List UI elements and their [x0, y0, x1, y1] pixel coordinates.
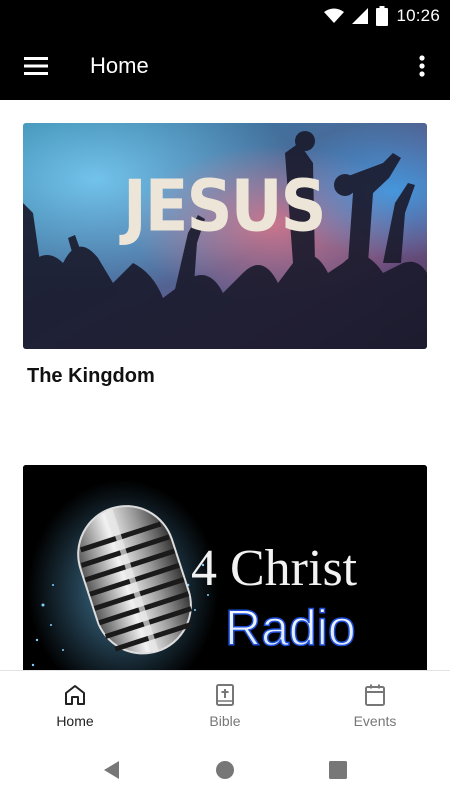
- screen: 10:26 Home JESUS The Kingdom 4 Christ Ra…: [0, 0, 450, 800]
- calendar-icon: [365, 684, 385, 706]
- radio-brand-text: 4 Christ: [191, 540, 358, 597]
- card-image-radio: 4 Christ Radio: [23, 465, 427, 670]
- back-triangle-icon: [104, 761, 119, 779]
- home-icon: [65, 685, 85, 705]
- system-navigation-bar: [0, 740, 450, 800]
- nav-label-home: Home: [56, 713, 94, 729]
- hamburger-menu-icon: [24, 57, 48, 75]
- nav-label-bible: Bible: [209, 713, 241, 729]
- card-title: The Kingdom: [27, 365, 155, 387]
- status-bar: 10:26: [0, 0, 450, 32]
- page-title: Home: [90, 53, 149, 78]
- menu-button[interactable]: [14, 44, 58, 88]
- cellular-signal-icon: [352, 8, 369, 24]
- overflow-menu-button[interactable]: [400, 44, 444, 88]
- system-recents-button[interactable]: [326, 758, 350, 782]
- bible-icon: [216, 684, 234, 706]
- radio-image: 4 Christ Radio: [23, 465, 427, 670]
- nav-item-home[interactable]: Home: [0, 671, 150, 740]
- battery-icon: [376, 6, 389, 26]
- system-back-button[interactable]: [100, 758, 124, 782]
- bottom-navigation: Home Bible Events: [0, 670, 450, 740]
- concert-image: JESUS: [23, 123, 427, 349]
- system-home-button[interactable]: [213, 758, 237, 782]
- card-image-concert: JESUS: [23, 123, 427, 349]
- app-bar: Home: [0, 32, 450, 100]
- status-time: 10:26: [396, 6, 440, 25]
- radio-text: Radio: [225, 600, 356, 656]
- content-feed: JESUS The Kingdom 4 Christ Radio: [0, 100, 450, 670]
- more-vert-icon: [419, 55, 425, 77]
- wifi-icon: [324, 8, 345, 23]
- nav-item-events[interactable]: Events: [300, 671, 450, 740]
- card-the-kingdom[interactable]: JESUS The Kingdom: [23, 123, 427, 388]
- home-circle-icon: [216, 761, 234, 779]
- nav-label-events: Events: [353, 713, 397, 729]
- jesus-image-text: JESUS: [119, 165, 324, 248]
- card-4-christ-radio[interactable]: 4 Christ Radio: [23, 465, 427, 670]
- nav-item-bible[interactable]: Bible: [150, 671, 300, 740]
- recents-square-icon: [329, 761, 347, 779]
- status-icons: 10:26: [324, 0, 440, 32]
